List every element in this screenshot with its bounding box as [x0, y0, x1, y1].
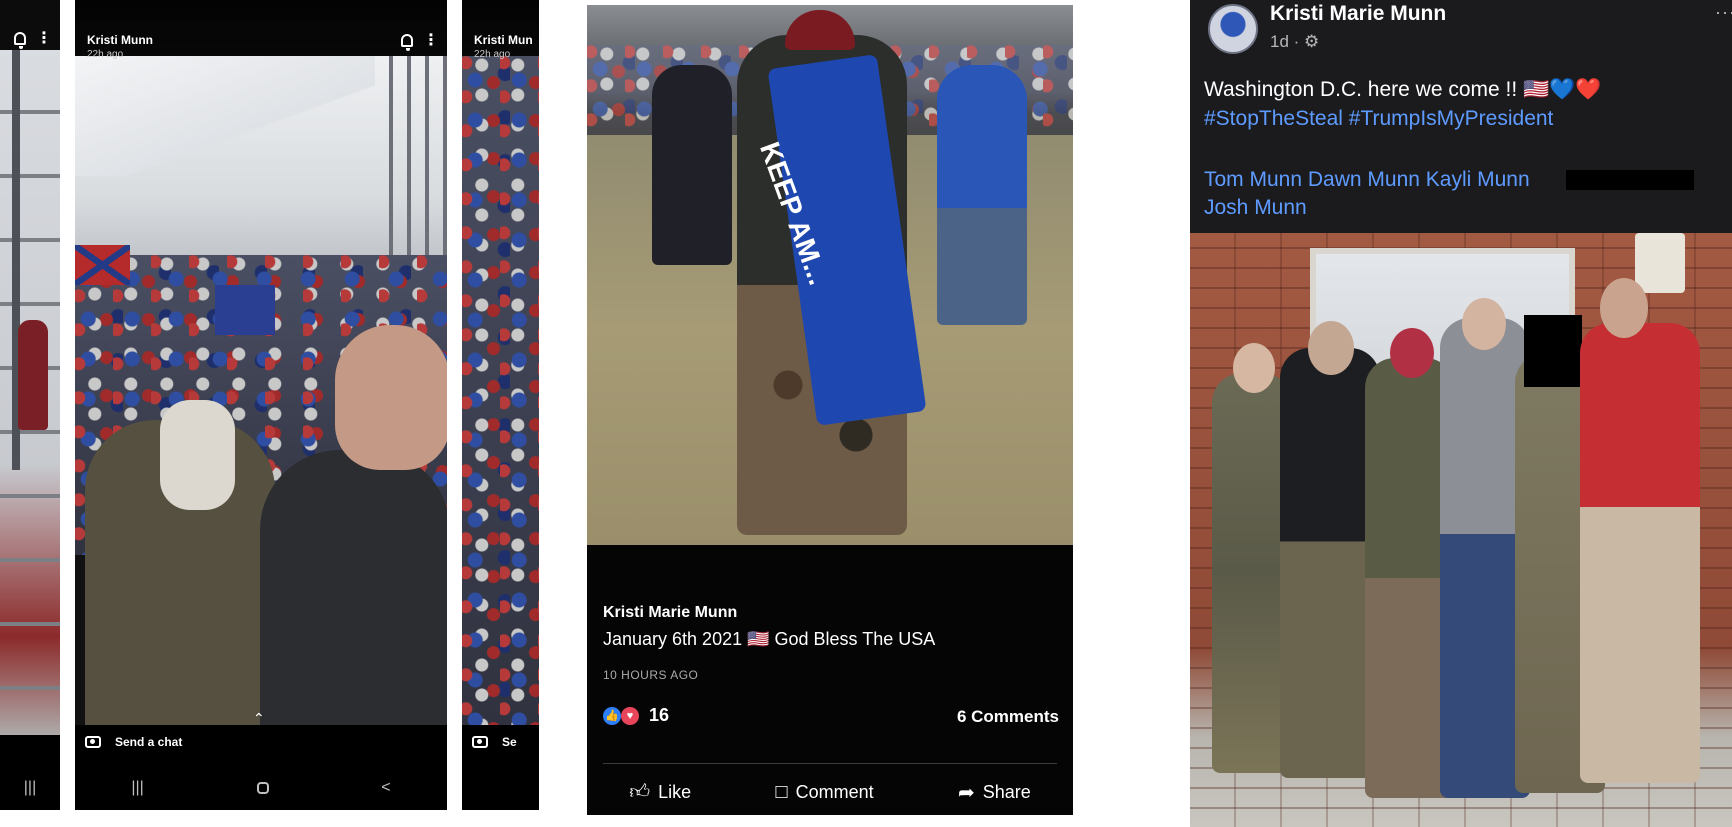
- post-timestamp: 10 HOURS AGO: [603, 668, 699, 682]
- wall-lamp: [1635, 233, 1685, 293]
- comment-bubble-icon: □: [775, 780, 788, 803]
- post-author[interactable]: Kristi Marie Munn: [603, 604, 737, 622]
- snap-bottom-bar: Se: [462, 725, 539, 810]
- reaction-count: 16: [649, 705, 670, 725]
- facebook-post-panel: Kristi Marie Munn 1d · ⚙ ··· Washington …: [1190, 0, 1732, 827]
- like-button[interactable]: 👍︎ Like: [629, 780, 691, 804]
- group-photo: [1190, 233, 1732, 827]
- like-reaction-icon: 👍: [603, 706, 621, 725]
- snap-username[interactable]: Kristi Mun: [474, 33, 533, 47]
- chat-row: Send a chat: [75, 727, 447, 757]
- person-4-head: [1462, 298, 1506, 350]
- chat-row: Se: [462, 727, 539, 757]
- camera-icon[interactable]: [472, 736, 488, 748]
- like-label: Like: [658, 781, 692, 802]
- tent-canopy: [75, 56, 375, 176]
- snap-top-bar: Kristi Mun 22h ago: [462, 0, 539, 60]
- crowd-photo: [462, 56, 539, 726]
- fb-tagged-people-2[interactable]: Josh Munn: [1204, 196, 1307, 220]
- masked-face: [160, 400, 235, 510]
- snap-left-bottom-bar: |||: [0, 735, 60, 810]
- back-nav-icon[interactable]: <: [381, 779, 390, 797]
- photo-post-panel: KEEP AM... Kristi Marie Munn January 6th…: [587, 5, 1073, 815]
- recents-nav-icon[interactable]: |||: [24, 779, 36, 797]
- person-red-shirt: [18, 320, 48, 430]
- fb-hashtags[interactable]: #StopTheSteal #TrumpIsMyPresident: [1204, 107, 1553, 131]
- share-label: Share: [982, 781, 1031, 802]
- snap-panel-right: Kristi Mun 22h ago Se: [462, 0, 539, 810]
- snap-timestamp: 22h ago: [87, 49, 124, 60]
- love-reaction-icon: ♥: [621, 706, 639, 725]
- send-chat-input[interactable]: Se: [502, 735, 517, 749]
- fb-author-name[interactable]: Kristi Marie Munn: [1270, 2, 1446, 26]
- comment-label: Comment: [795, 781, 874, 802]
- face-redaction: [1524, 315, 1582, 387]
- snap-panel-left: ⋮ |||: [0, 0, 60, 810]
- more-options-icon[interactable]: ···: [1715, 2, 1732, 23]
- snap-left-top-icons: ⋮: [14, 30, 52, 49]
- person-2-head: [1308, 321, 1354, 375]
- post-photo: KEEP AM...: [587, 5, 1073, 545]
- bald-head: [335, 325, 447, 470]
- more-options-icon[interactable]: ⋮: [36, 30, 52, 46]
- bell-icon[interactable]: [401, 34, 413, 51]
- person-dark-coat: [652, 65, 732, 265]
- comment-button[interactable]: □ Comment: [776, 781, 874, 804]
- person-blue-jacket: [937, 65, 1027, 325]
- divider: [603, 763, 1057, 764]
- snap-top-bar: Kristi Munn 22h ago ⋮: [75, 0, 447, 60]
- android-nav-bar: ||| <: [75, 776, 447, 800]
- camera-icon[interactable]: [85, 736, 101, 748]
- snap-bottom-bar: Send a chat ||| <: [75, 725, 447, 810]
- share-arrow-icon: ➦: [958, 781, 975, 804]
- avatar[interactable]: [1208, 4, 1258, 54]
- share-button[interactable]: ➦ Share: [958, 780, 1031, 805]
- more-options-icon[interactable]: ⋮: [423, 32, 439, 48]
- redaction-bar: [1566, 170, 1694, 190]
- flag-confederate: [75, 245, 130, 285]
- reactions-summary[interactable]: 👍 ♥ 16: [603, 705, 669, 726]
- snap-timestamp: 22h ago: [474, 49, 511, 60]
- snap-top-icons: ⋮: [401, 32, 439, 51]
- bald-man: [260, 450, 447, 750]
- send-chat-input[interactable]: Send a chat: [115, 735, 182, 749]
- post-text: January 6th 2021 🇺🇸 God Bless The USA: [603, 629, 936, 649]
- post-card: Kristi Marie Munn January 6th 2021 🇺🇸 Go…: [587, 545, 1073, 815]
- flag-blue: [215, 285, 275, 335]
- android-nav-bar: |||: [0, 776, 60, 800]
- fb-tagged-people[interactable]: Tom Munn Dawn Munn Kayli Munn: [1204, 168, 1530, 192]
- person-6-head: [1600, 278, 1648, 338]
- fb-post-header: Kristi Marie Munn 1d · ⚙ ··· Washington …: [1190, 0, 1732, 233]
- person-1-head: [1233, 343, 1275, 393]
- post-actions: 👍︎ Like □ Comment ➦ Share: [587, 777, 1073, 807]
- snap-username[interactable]: Kristi Munn: [87, 33, 153, 47]
- recents-nav-icon[interactable]: |||: [131, 779, 143, 797]
- comments-count-link[interactable]: 6 Comments: [957, 707, 1059, 727]
- fb-post-meta: 1d · ⚙: [1270, 32, 1320, 51]
- thumbs-up-icon: 👍︎: [629, 781, 651, 803]
- fb-post-text: Washington D.C. here we come !! 🇺🇸💙❤️: [1204, 78, 1602, 101]
- person-3-head: [1390, 328, 1434, 378]
- person-6: [1580, 323, 1700, 783]
- bell-icon[interactable]: [14, 32, 26, 49]
- home-nav-icon[interactable]: [256, 782, 269, 794]
- snap-panel-main: Kristi Munn 22h ago ⋮ ⌃ Send a chat ||| …: [75, 0, 447, 810]
